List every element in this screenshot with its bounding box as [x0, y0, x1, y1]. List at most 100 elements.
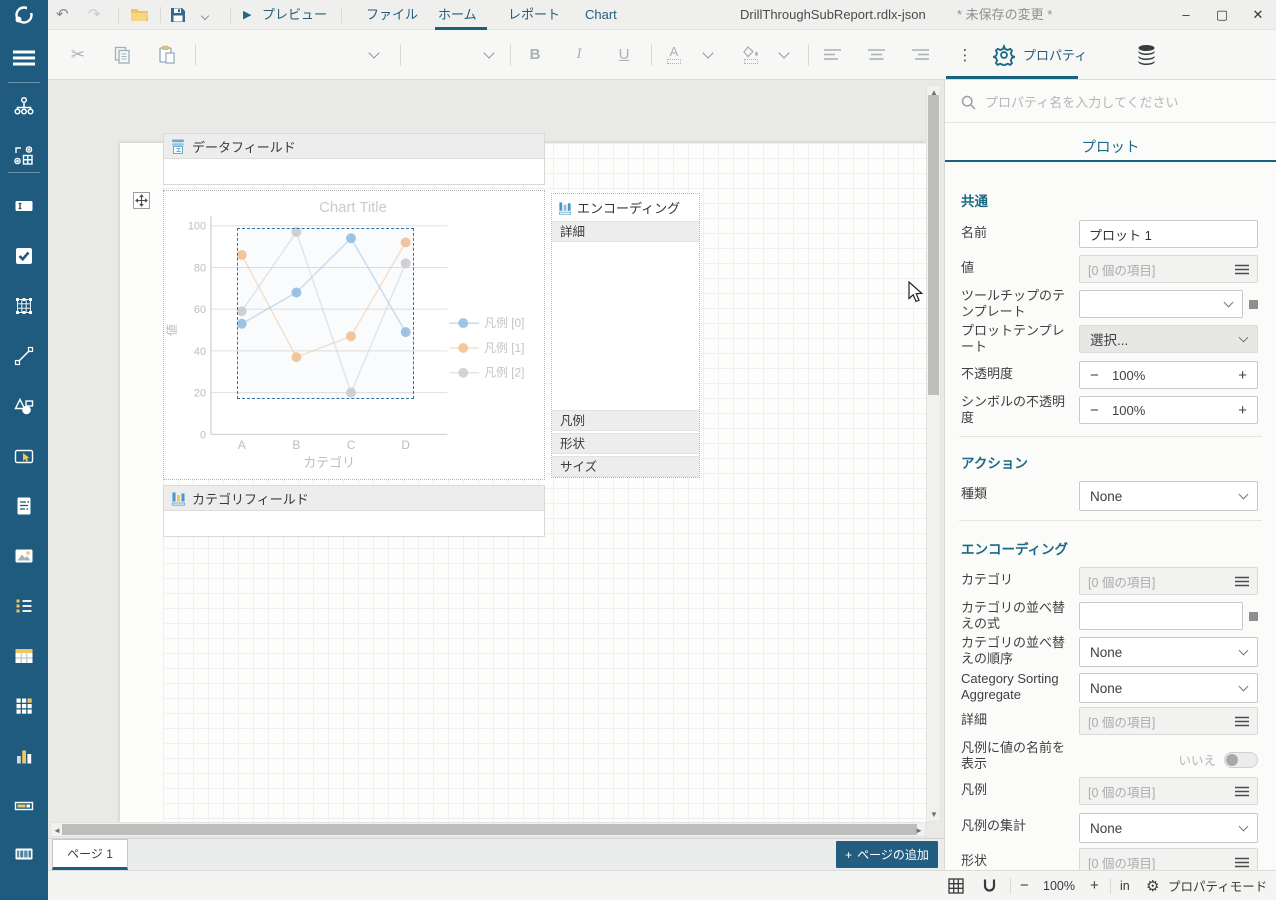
save-icon[interactable]	[170, 7, 186, 23]
move-handle[interactable]	[133, 192, 150, 209]
scroll-down-icon[interactable]: ▼	[930, 808, 938, 821]
org-chart-icon[interactable]	[0, 84, 48, 128]
shapes-icon[interactable]	[0, 384, 48, 428]
stepper-minus-button[interactable]: −	[1090, 402, 1112, 419]
items-menu-icon[interactable]	[1235, 786, 1249, 797]
property-mode-button[interactable]: プロパティモード	[1168, 871, 1267, 900]
data-field-block[interactable]: データフィールド	[163, 133, 545, 185]
category-sort-order-dropdown[interactable]: None	[1079, 637, 1258, 667]
barcode-icon[interactable]	[0, 832, 48, 876]
fill-color-dropdown-icon[interactable]	[774, 30, 794, 79]
add-page-button[interactable]: + ページの追加	[836, 841, 938, 868]
close-button[interactable]: ✕	[1244, 0, 1272, 30]
symbol-opacity-stepper[interactable]: − 100% +	[1079, 396, 1258, 424]
plot-template-dropdown[interactable]: 選択...	[1079, 325, 1258, 353]
font-color-button[interactable]: A	[662, 30, 686, 79]
preview-play-icon[interactable]: ▶	[243, 0, 251, 30]
richtext-icon[interactable]	[0, 484, 48, 528]
toggle-switch[interactable]	[1224, 751, 1258, 768]
font-size-select[interactable]	[413, 30, 495, 79]
plot-name-input[interactable]	[1079, 220, 1258, 248]
scroll-right-icon[interactable]: ►	[915, 824, 923, 837]
grid-toggle-icon[interactable]	[948, 871, 964, 900]
design-canvas[interactable]: データフィールド 0 20 40 60 80 100 A B C D 凡例 [0] 凡例 [1] 凡例 …	[48, 80, 944, 870]
cut-icon[interactable]: ✂	[66, 30, 90, 79]
snap-magnet-icon[interactable]	[982, 871, 997, 900]
zoom-in-button[interactable]: +	[1090, 871, 1099, 900]
line-icon[interactable]	[0, 334, 48, 378]
shape-items-box[interactable]: [0 個の項目]	[1079, 848, 1258, 870]
font-color-dropdown-icon[interactable]	[698, 30, 718, 79]
items-menu-icon[interactable]	[1235, 576, 1249, 587]
page-tab-1[interactable]: ページ 1	[52, 839, 128, 870]
items-menu-icon[interactable]	[1235, 716, 1249, 727]
encoding-panel[interactable]: エンコーディング 詳細 凡例 形状 サイズ	[551, 193, 700, 478]
tab-file[interactable]: ファイル	[366, 0, 418, 30]
data-sources-icon[interactable]	[1133, 30, 1159, 79]
legend-aggregate-dropdown[interactable]: None	[1079, 813, 1258, 843]
chart-item[interactable]: 0 20 40 60 80 100 A B C D 凡例 [0] 凡例 [1] 凡例 [2] Chart …	[163, 190, 545, 480]
data-field-header[interactable]: データフィールド	[164, 134, 544, 159]
category-items-box[interactable]: [0 個の項目]	[1079, 567, 1258, 595]
detail-items-box[interactable]: [0 個の項目]	[1079, 707, 1258, 735]
category-field-block[interactable]: カテゴリフィールド	[163, 485, 545, 537]
save-dropdown-icon[interactable]	[200, 0, 210, 30]
textbox-icon[interactable]	[0, 184, 48, 228]
mode-gear-icon[interactable]: ⚙	[1146, 871, 1159, 900]
matrix-icon[interactable]	[0, 684, 48, 728]
encoding-row-detail[interactable]: 詳細	[552, 221, 699, 242]
tab-chart[interactable]: Chart	[585, 0, 617, 30]
redo-icon[interactable]: ↷	[88, 0, 101, 30]
copy-icon[interactable]	[110, 30, 134, 79]
action-type-dropdown[interactable]: None	[1079, 481, 1258, 511]
font-family-select[interactable]	[208, 30, 380, 79]
grid-handles-icon[interactable]	[0, 284, 48, 328]
fill-color-button[interactable]	[738, 30, 764, 79]
checkbox-icon[interactable]	[0, 234, 48, 278]
unit-selector[interactable]: in	[1120, 871, 1130, 900]
expression-button[interactable]	[1249, 611, 1258, 621]
category-field-header[interactable]: カテゴリフィールド	[164, 486, 544, 511]
show-value-names-toggle[interactable]: いいえ	[1178, 750, 1258, 769]
bar-chart-icon[interactable]	[0, 734, 48, 778]
properties-toolbar-tab[interactable]: プロパティ	[993, 30, 1087, 79]
expression-button[interactable]	[1249, 299, 1258, 309]
align-left-icon[interactable]	[820, 30, 844, 79]
undo-icon[interactable]: ↶	[56, 0, 69, 30]
horizontal-scrollbar[interactable]: ◄ ►	[50, 822, 926, 837]
zoom-out-button[interactable]: −	[1020, 871, 1029, 900]
tab-home[interactable]: ホーム	[438, 0, 477, 30]
encoding-row-shape[interactable]: 形状	[552, 433, 699, 454]
property-search[interactable]	[961, 88, 1262, 116]
encoding-row-size[interactable]: サイズ	[552, 456, 699, 477]
preview-button[interactable]: プレビュー	[262, 0, 327, 30]
legend-items-box[interactable]: [0 個の項目]	[1079, 777, 1258, 805]
items-menu-icon[interactable]	[1235, 264, 1249, 275]
image-icon[interactable]	[0, 534, 48, 578]
vertical-scrollbar-thumb[interactable]	[928, 95, 939, 395]
items-menu-icon[interactable]	[1235, 857, 1249, 868]
encoding-row-legend[interactable]: 凡例	[552, 410, 699, 431]
menu-hamburger-icon[interactable]	[0, 36, 48, 80]
selection-box-icon[interactable]	[0, 434, 48, 478]
opacity-stepper[interactable]: − 100% +	[1079, 361, 1258, 389]
stepper-minus-button[interactable]: −	[1090, 367, 1112, 384]
scroll-left-icon[interactable]: ◄	[53, 824, 61, 837]
selection-marquee[interactable]	[237, 228, 414, 399]
minimize-button[interactable]: –	[1172, 0, 1200, 30]
horizontal-scrollbar-thumb[interactable]	[62, 824, 917, 835]
underline-button[interactable]: U	[612, 30, 636, 79]
bullet-list-icon[interactable]	[0, 584, 48, 628]
category-sort-expression-input[interactable]	[1079, 602, 1243, 630]
bold-button[interactable]: B	[523, 30, 547, 79]
italic-button[interactable]: I	[567, 30, 591, 79]
stepper-plus-button[interactable]: +	[1238, 402, 1247, 419]
align-right-icon[interactable]	[908, 30, 932, 79]
paste-icon[interactable]	[154, 30, 180, 79]
value-items-box[interactable]: [0 個の項目]	[1079, 255, 1258, 283]
align-center-icon[interactable]	[864, 30, 888, 79]
progress-bar-icon[interactable]	[0, 784, 48, 828]
vertical-scrollbar[interactable]: ▲ ▼	[926, 85, 941, 822]
tab-report[interactable]: レポート	[508, 0, 560, 30]
maximize-button[interactable]: ▢	[1208, 0, 1236, 30]
